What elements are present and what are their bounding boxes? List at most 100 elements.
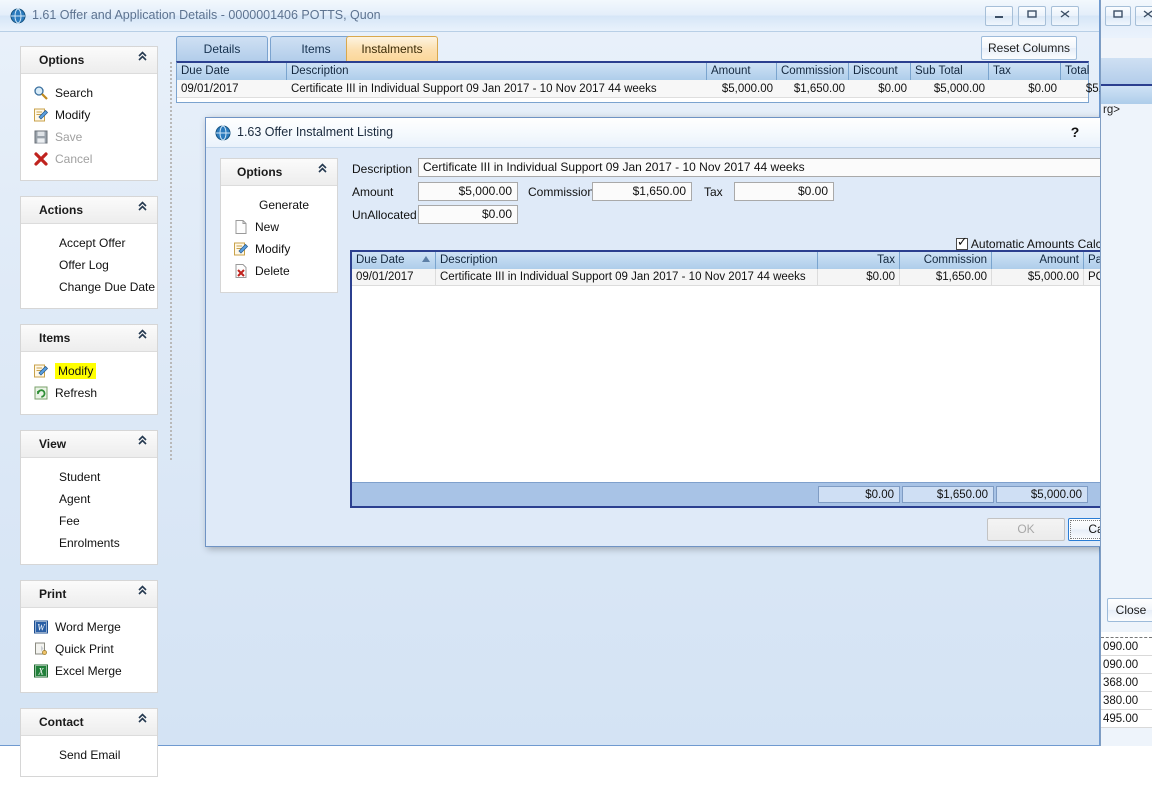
sidebar-item-student[interactable]: Student bbox=[21, 466, 157, 488]
panel-header-actions[interactable]: Actions bbox=[21, 197, 157, 224]
col-header-discount[interactable]: Discount bbox=[849, 63, 911, 80]
col-header-due-date[interactable]: Due Date bbox=[177, 63, 287, 80]
dialog-item-generate[interactable]: Generate bbox=[221, 194, 337, 216]
maximize-button[interactable] bbox=[1018, 6, 1046, 26]
chevron-up-icon[interactable] bbox=[317, 163, 328, 177]
sidebar-item-label: Accept Offer bbox=[59, 236, 125, 250]
ok-button[interactable]: OK bbox=[987, 518, 1065, 541]
sidebar-item-quick-print[interactable]: Quick Print bbox=[21, 638, 157, 660]
chevron-up-icon[interactable] bbox=[137, 435, 148, 449]
sidebar-item-save[interactable]: Save bbox=[21, 126, 157, 148]
close-button-label: Close bbox=[1116, 603, 1147, 617]
col-header-description[interactable]: Description bbox=[287, 63, 707, 80]
dialog-item-label: Modify bbox=[255, 242, 290, 256]
cell-description: Certificate III in Individual Support 09… bbox=[436, 269, 818, 286]
unallocated-input[interactable]: $0.00 bbox=[418, 205, 518, 224]
background-window[interactable]: rg> Close 090.00 090.00 368.00 380.00 49… bbox=[1100, 0, 1152, 746]
sidebar-item-label: Modify bbox=[55, 363, 96, 379]
col-header-description[interactable]: Description bbox=[436, 252, 818, 269]
sidebar-item-search[interactable]: Search bbox=[21, 82, 157, 104]
cell-commission: $1,650.00 bbox=[900, 269, 992, 286]
sidebar-panel-options: Options Search bbox=[20, 46, 158, 181]
dialog-panel-header-options[interactable]: Options bbox=[221, 159, 337, 186]
panel-header-options[interactable]: Options bbox=[21, 47, 157, 74]
col-header-tax[interactable]: Tax bbox=[989, 63, 1061, 80]
panel-title: Print bbox=[39, 587, 66, 601]
background-close-label-button[interactable]: Close bbox=[1107, 598, 1152, 622]
description-input[interactable]: Certificate III in Individual Support 09… bbox=[418, 158, 1130, 177]
panel-body-actions: Accept Offer Offer Log Change Due Date bbox=[21, 224, 157, 308]
background-close-button[interactable] bbox=[1135, 6, 1152, 26]
background-maximize-button[interactable] bbox=[1105, 6, 1131, 26]
sidebar-item-label: Change Due Date bbox=[59, 280, 155, 294]
reset-columns-button[interactable]: Reset Columns bbox=[981, 36, 1077, 60]
list-item: 495.00 bbox=[1101, 710, 1152, 728]
app-globe-icon bbox=[10, 8, 26, 24]
sidebar-item-cancel[interactable]: Cancel bbox=[21, 148, 157, 170]
chevron-up-icon[interactable] bbox=[137, 585, 148, 599]
col-header-tax[interactable]: Tax bbox=[818, 252, 900, 269]
panel-title: Options bbox=[39, 53, 84, 67]
col-header-label: Due Date bbox=[356, 254, 405, 266]
sidebar-item-word-merge[interactable]: W Word Merge bbox=[21, 616, 157, 638]
sidebar-item-items-modify[interactable]: Modify bbox=[21, 360, 157, 382]
sidebar-splitter[interactable] bbox=[168, 60, 174, 560]
chevron-up-icon[interactable] bbox=[137, 51, 148, 65]
minimize-button[interactable] bbox=[985, 6, 1013, 26]
chevron-up-icon[interactable] bbox=[137, 329, 148, 343]
sidebar-item-offer-log[interactable]: Offer Log bbox=[21, 254, 157, 276]
tax-input[interactable]: $0.00 bbox=[734, 182, 834, 201]
dialog-item-modify[interactable]: Modify bbox=[221, 238, 337, 260]
dialog-item-new[interactable]: New bbox=[221, 216, 337, 238]
amount-input[interactable]: $5,000.00 bbox=[418, 182, 518, 201]
chevron-up-icon[interactable] bbox=[137, 713, 148, 727]
panel-header-items[interactable]: Items bbox=[21, 325, 157, 352]
cell-due-date: 09/01/2017 bbox=[177, 80, 287, 98]
close-window-button[interactable] bbox=[1051, 6, 1079, 26]
panel-header-contact[interactable]: Contact bbox=[21, 709, 157, 736]
sidebar-item-label: Enrolments bbox=[59, 536, 120, 550]
sidebar-item-agent[interactable]: Agent bbox=[21, 488, 157, 510]
col-header-amount[interactable]: Amount bbox=[992, 252, 1084, 269]
panel-body-items: Modify Refresh bbox=[21, 352, 157, 414]
col-header-amount[interactable]: Amount bbox=[707, 63, 777, 80]
sidebar: Options Search bbox=[20, 46, 158, 792]
sidebar-item-excel-merge[interactable]: X Excel Merge bbox=[21, 660, 157, 682]
help-button[interactable]: ? bbox=[1063, 122, 1087, 144]
grid-header-row: Due Date Description Amount Commission D… bbox=[177, 63, 1088, 80]
application-window: 1.61 Offer and Application Details - 000… bbox=[0, 0, 1100, 746]
panel-header-print[interactable]: Print bbox=[21, 581, 157, 608]
unallocated-label: UnAllocated bbox=[352, 208, 417, 222]
dialog-item-delete[interactable]: Delete bbox=[221, 260, 337, 282]
checkbox-icon[interactable] bbox=[956, 238, 968, 250]
sidebar-item-enrolments[interactable]: Enrolments bbox=[21, 532, 157, 554]
sidebar-item-items-refresh[interactable]: Refresh bbox=[21, 382, 157, 404]
commission-input[interactable]: $1,650.00 bbox=[592, 182, 692, 201]
commission-label: Commission bbox=[528, 185, 594, 199]
col-header-commission[interactable]: Commission bbox=[900, 252, 992, 269]
background-clipped-text: rg> bbox=[1103, 104, 1120, 116]
chevron-up-icon[interactable] bbox=[137, 201, 148, 215]
table-row[interactable]: 09/01/2017 Certificate III in Individual… bbox=[352, 269, 1136, 286]
table-row[interactable]: 09/01/2017 Certificate III in Individual… bbox=[177, 80, 1088, 98]
sidebar-item-change-due-date[interactable]: Change Due Date bbox=[21, 276, 157, 298]
sidebar-item-send-email[interactable]: Send Email bbox=[21, 744, 157, 766]
sidebar-item-label: Fee bbox=[59, 514, 80, 528]
list-item: 380.00 bbox=[1101, 692, 1152, 710]
tab-instalments[interactable]: Instalments bbox=[346, 36, 438, 61]
col-header-due-date[interactable]: Due Date bbox=[352, 252, 436, 269]
sidebar-item-accept-offer[interactable]: Accept Offer bbox=[21, 232, 157, 254]
sidebar-item-fee[interactable]: Fee bbox=[21, 510, 157, 532]
sidebar-item-label: Word Merge bbox=[55, 620, 121, 634]
tab-details[interactable]: Details bbox=[176, 36, 268, 61]
magnifier-icon bbox=[33, 85, 49, 101]
col-header-sub-total[interactable]: Sub Total bbox=[911, 63, 989, 80]
new-document-icon bbox=[233, 219, 249, 235]
offer-instalment-listing-dialog: 1.63 Offer Instalment Listing ? Options bbox=[205, 117, 1140, 547]
instalments-grid: Due Date Description Amount Commission D… bbox=[176, 61, 1089, 103]
panel-body-contact: Send Email bbox=[21, 736, 157, 776]
sidebar-item-modify[interactable]: Modify bbox=[21, 104, 157, 126]
col-header-commission[interactable]: Commission bbox=[777, 63, 849, 80]
panel-header-view[interactable]: View bbox=[21, 431, 157, 458]
amount-label: Amount bbox=[352, 185, 393, 199]
